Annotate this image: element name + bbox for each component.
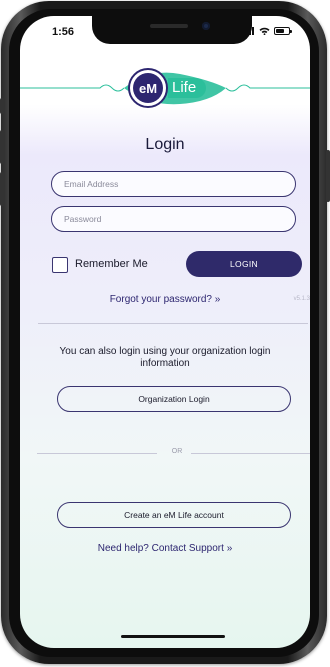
battery-icon	[274, 27, 292, 35]
app-version: v5.1.3	[293, 296, 310, 302]
device-notch	[92, 16, 252, 44]
remember-me-label[interactable]: Remember Me	[75, 258, 148, 270]
password-field[interactable]	[51, 206, 296, 232]
or-separator: OR	[37, 447, 310, 459]
organization-login-info: You can also login using your organizati…	[59, 346, 271, 369]
volume-down-button	[0, 172, 4, 206]
front-camera	[202, 22, 210, 30]
forgot-password-link[interactable]: Forgot your password? »	[20, 294, 310, 305]
or-line-right	[191, 453, 310, 454]
page-title: Login	[145, 136, 185, 153]
logo-word: Life	[168, 78, 207, 98]
brand-header: eM Life	[20, 66, 310, 110]
logo-mark: eM	[133, 73, 163, 103]
login-button[interactable]: LOGIN	[186, 251, 302, 277]
home-indicator	[121, 635, 225, 638]
organization-login-button[interactable]: Organization Login	[57, 386, 291, 412]
volume-up-button	[0, 130, 4, 164]
create-account-button[interactable]: Create an eM Life account	[57, 502, 291, 528]
remember-me-checkbox[interactable]	[52, 257, 68, 273]
section-divider	[38, 323, 308, 324]
logo-badge: eM	[128, 68, 168, 108]
earpiece-speaker	[150, 24, 188, 28]
or-line-left	[37, 453, 157, 454]
or-label: OR	[171, 448, 183, 455]
status-time: 1:56	[52, 26, 75, 38]
em-life-logo: eM Life	[128, 66, 228, 110]
silent-switch	[0, 98, 4, 114]
email-field[interactable]	[51, 171, 296, 197]
app-screen: 1:56 eM Life Login Email Address Remembe…	[20, 16, 310, 648]
wifi-icon	[259, 27, 270, 35]
contact-support-link[interactable]: Need help? Contact Support »	[20, 543, 310, 554]
power-button	[326, 150, 330, 202]
